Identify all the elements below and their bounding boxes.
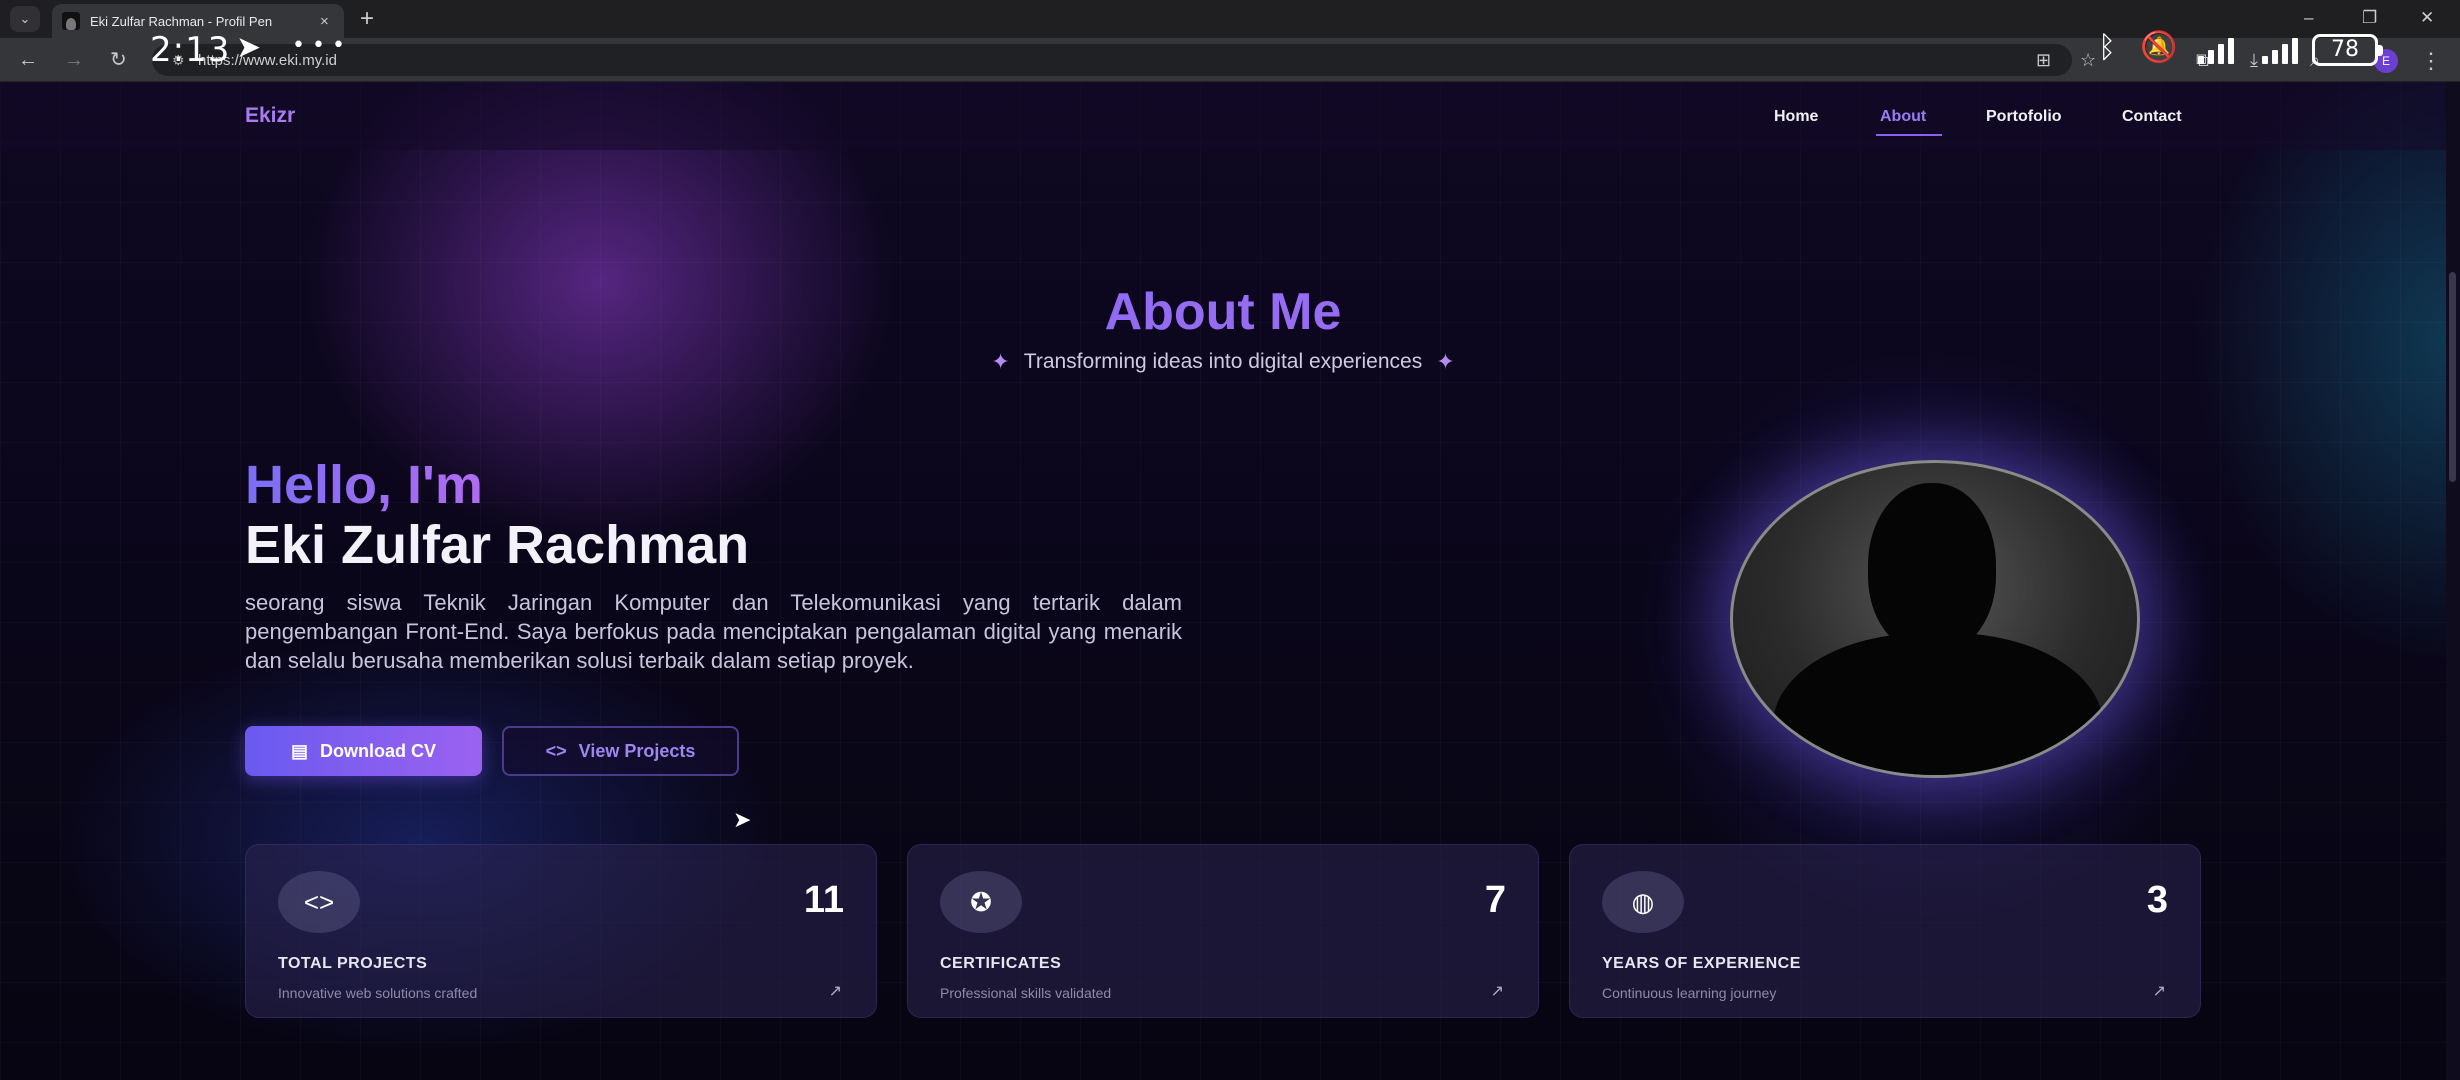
globe-icon: ◍ (1602, 871, 1684, 933)
view-projects-button[interactable]: <> View Projects (502, 726, 739, 776)
tab-title: Eki Zulfar Rachman - Profil Pen (90, 13, 273, 29)
view-projects-label: View Projects (578, 740, 696, 761)
bookmark-star-icon[interactable]: ☆ (2080, 49, 2096, 71)
mute-icon: 🔕 (2140, 30, 2178, 65)
nav-link-portofolio[interactable]: Portofolio (1986, 108, 2062, 126)
translate-icon[interactable]: ⊞ (2036, 49, 2051, 71)
sparkle-icon: ✦ (991, 349, 1010, 374)
favicon-icon (62, 12, 80, 30)
stat-label: TOTAL PROJECTS (278, 955, 428, 972)
telegram-icon: ➤ (236, 30, 262, 65)
reload-icon[interactable]: ↻ (110, 48, 127, 72)
browser-tab-bar: ⌄ Eki Zulfar Rachman - Profil Pen × + – … (0, 0, 2460, 38)
menu-kebab-icon[interactable]: ⋮ (2420, 48, 2442, 74)
award-icon: ✪ (940, 871, 1022, 933)
stat-label: YEARS OF EXPERIENCE (1602, 955, 1801, 972)
nav-link-about[interactable]: About (1880, 108, 1926, 126)
nav-link-home[interactable]: Home (1774, 108, 1818, 126)
silhouette-head (1868, 483, 1996, 653)
stat-card-experience[interactable]: ◍ 3 YEARS OF EXPERIENCE Continuous learn… (1569, 844, 2201, 1018)
section-title: About Me (0, 282, 2446, 342)
code-icon: <> (545, 741, 567, 761)
signal-2-icon (2262, 36, 2298, 64)
silhouette-body (1773, 633, 2103, 775)
section-subtitle: ✦ Transforming ideas into digital experi… (0, 350, 2446, 374)
more-notifications-icon: • • • (292, 33, 345, 58)
arrow-up-right-icon: ↗ (1490, 983, 1504, 1000)
stat-description: Innovative web solutions crafted (278, 985, 478, 1001)
browser-toolbar: ← → ↻ ⚙ https://www.eki.my.id ⊞ ☆ ⧉ ⤓ ⌕ … (0, 38, 2460, 82)
close-window-button[interactable]: ✕ (2420, 6, 2434, 30)
restore-button[interactable]: ❐ (2362, 6, 2377, 30)
scrollbar-thumb[interactable] (2449, 272, 2456, 482)
page-scrollbar[interactable] (2446, 82, 2460, 1080)
nav-active-indicator (1876, 134, 1942, 136)
name-heading: Eki Zulfar Rachman (245, 515, 750, 575)
page-viewport: Ekizr Home About Portofolio Contact Abou… (0, 82, 2460, 1080)
stat-description: Continuous learning journey (1602, 985, 1777, 1001)
bluetooth-icon: ᛒ (2098, 30, 2116, 65)
tab-search-button[interactable]: ⌄ (10, 6, 40, 32)
greeting-heading: Hello, I'm (245, 455, 483, 515)
stat-card-certificates[interactable]: ✪ 7 CERTIFICATES Professional skills val… (907, 844, 1539, 1018)
stat-value: 7 (1484, 879, 1506, 921)
file-icon: ▤ (290, 741, 308, 761)
new-tab-button[interactable]: + (360, 6, 374, 32)
nav-link-contact[interactable]: Contact (2122, 108, 2182, 126)
site-navbar: Ekizr Home About Portofolio Contact (0, 82, 2446, 150)
subtitle-text: Transforming ideas into digital experien… (1023, 350, 1423, 373)
signal-1-icon (2198, 36, 2234, 64)
profile-photo (1730, 460, 2140, 778)
code-icon: <> (278, 871, 360, 933)
stat-value: 11 (803, 879, 844, 921)
download-cv-label: Download CV (320, 740, 436, 761)
sparkle-icon: ✦ (1436, 349, 1455, 374)
stat-label: CERTIFICATES (940, 955, 1062, 972)
chevron-down-icon: ⌄ (19, 11, 31, 26)
stat-value: 3 (2146, 879, 2168, 921)
tab-close-icon[interactable]: × (320, 13, 329, 30)
mouse-cursor-icon: ➤ (733, 807, 752, 832)
status-time: 2:13 (150, 30, 231, 70)
download-cv-button[interactable]: ▤ Download CV (245, 726, 482, 776)
address-bar[interactable]: ⚙ https://www.eki.my.id (152, 44, 2072, 76)
arrow-up-right-icon: ↗ (828, 983, 842, 1000)
minimize-button[interactable]: – (2304, 6, 2313, 30)
stat-description: Professional skills validated (940, 985, 1112, 1001)
bio-paragraph: seorang siswa Teknik Jaringan Komputer d… (245, 590, 1182, 673)
battery-icon: 78 (2312, 34, 2383, 66)
brand-logo[interactable]: Ekizr (245, 104, 295, 128)
arrow-up-right-icon: ↗ (2152, 983, 2166, 1000)
downloads-icon[interactable]: ⤓ (2250, 49, 2258, 71)
back-arrow-icon[interactable]: ← (18, 48, 38, 72)
forward-arrow-icon[interactable]: → (64, 48, 84, 72)
stat-card-projects[interactable]: <> 11 TOTAL PROJECTS Innovative web solu… (245, 844, 877, 1018)
